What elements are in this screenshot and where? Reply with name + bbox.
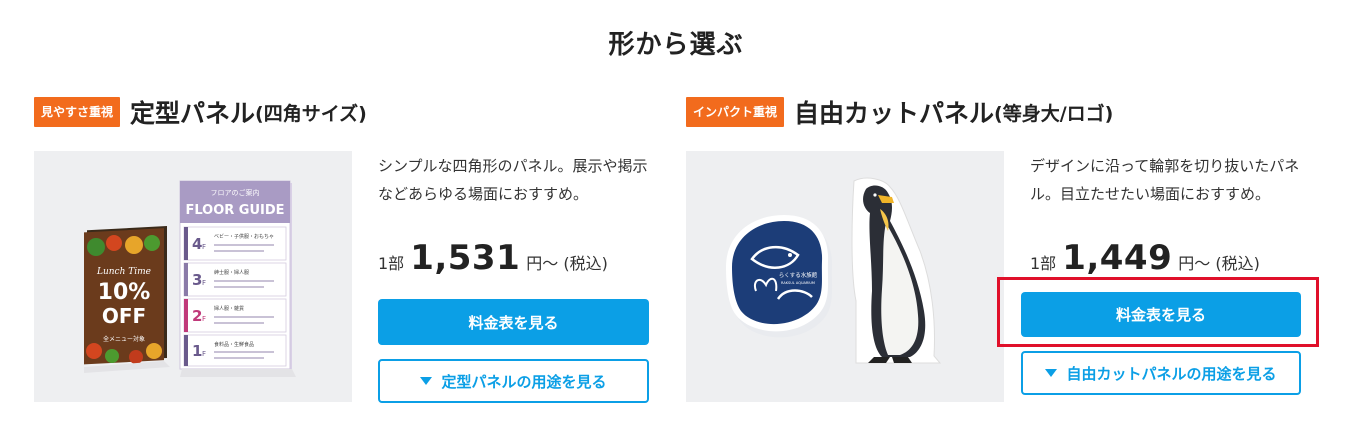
card-title: 自由カットパネル bbox=[794, 99, 995, 128]
usage-button-label: 定型パネルの用途を見る bbox=[441, 372, 607, 391]
standard-panel-illustration: フロアのご案内 FLOOR GUIDE 4 F ベビー・子供服・おもちゃ 3 F… bbox=[84, 180, 296, 377]
price-row: 1部 1,449 円～ (税込) bbox=[1030, 238, 1260, 278]
triangle-down-icon bbox=[420, 377, 433, 385]
price-suffix: 円～ (税込) bbox=[526, 254, 608, 273]
floor-row-2f: 2 F 婦人服・雑貨 bbox=[183, 298, 287, 333]
product-card-freecut-panel: インパクト重視 自由カットパネル (等身大/ロゴ) らくする水族館 RAKSUL… bbox=[686, 92, 1303, 412]
feature-badge: インパクト重視 bbox=[686, 97, 785, 127]
card-title-sub: (四角サイズ) bbox=[255, 102, 367, 125]
lunch-off: OFF bbox=[102, 304, 146, 328]
card-header: 見やすさ重視 定型パネル (四角サイズ) bbox=[34, 92, 367, 132]
floor-unit: F bbox=[202, 243, 206, 251]
floor-name: ベビー・子供服・おもちゃ bbox=[214, 233, 274, 240]
floor-guide-shadow bbox=[180, 369, 296, 377]
usage-button[interactable]: 自由カットパネルの用途を見る bbox=[1021, 351, 1301, 395]
floor-row-1f: 1 F 食料品・生鮮食品 bbox=[183, 334, 287, 367]
lunch-note: 全メニュー対象 bbox=[103, 335, 145, 343]
aquarium-logo-panel: らくする水族館 RAKSUL AQUARIUM bbox=[726, 215, 833, 338]
usage-button-label: 自由カットパネルの用途を見る bbox=[1066, 364, 1277, 383]
card-title-sub: (等身大/ロゴ) bbox=[994, 102, 1114, 125]
price-value: 1,531 bbox=[410, 238, 521, 278]
price-suffix: 円～ (税込) bbox=[1178, 254, 1260, 273]
card-header: インパクト重視 自由カットパネル (等身大/ロゴ) bbox=[686, 92, 1113, 132]
aquarium-name: らくする水族館 bbox=[779, 271, 818, 279]
product-image: フロアのご案内 FLOOR GUIDE 4 F ベビー・子供服・おもちゃ 3 F… bbox=[34, 151, 352, 402]
floor-row-3f: 3 F 紳士服・婦人服 bbox=[183, 262, 287, 297]
price-table-button[interactable]: 料金表を見る bbox=[378, 299, 649, 345]
penguin-cutout-panel bbox=[851, 177, 942, 364]
lunch-panel: Lunch Time 10% OFF 全メニュー対象 bbox=[84, 226, 167, 365]
triangle-down-icon bbox=[1045, 369, 1058, 377]
price-unit: 1部 bbox=[1030, 254, 1057, 273]
floor-unit: F bbox=[202, 279, 206, 287]
card-description: デザインに沿って輪郭を切り抜いたパネル。目立たせたい場面におすすめ。 bbox=[1030, 157, 1300, 203]
floor-name: 婦人服・雑貨 bbox=[214, 305, 244, 312]
aquarium-sub: RAKSUL AQUARIUM bbox=[781, 281, 815, 285]
product-card-standard-panel: 見やすさ重視 定型パネル (四角サイズ) フロアのご案内 FLOOR GUIDE… bbox=[34, 92, 651, 412]
usage-button[interactable]: 定型パネルの用途を見る bbox=[378, 359, 649, 403]
lunch-title: Lunch Time bbox=[96, 267, 151, 277]
floor-name: 食料品・生鮮食品 bbox=[214, 341, 254, 348]
floor-number: 3 bbox=[192, 271, 202, 289]
freecut-panel-illustration: らくする水族館 RAKSUL AQUARIUM bbox=[726, 177, 942, 364]
feature-badge: 見やすさ重視 bbox=[34, 97, 121, 127]
floor-name: 紳士服・婦人服 bbox=[214, 269, 249, 276]
floor-unit: F bbox=[202, 315, 206, 323]
floor-number: 1 bbox=[192, 342, 202, 360]
card-title: 定型パネル bbox=[130, 99, 256, 128]
price-value: 1,449 bbox=[1062, 238, 1173, 278]
floor-number: 2 bbox=[192, 307, 202, 325]
section-title: 形から選ぶ bbox=[608, 30, 744, 60]
floor-number: 4 bbox=[192, 235, 202, 253]
card-description: シンプルな四角形のパネル。展示や掲示などあらゆる場面におすすめ。 bbox=[378, 157, 648, 203]
price-row: 1部 1,531 円～ (税込) bbox=[378, 238, 608, 278]
floor-guide-title: FLOOR GUIDE bbox=[185, 203, 284, 218]
floor-row-4f: 4 F ベビー・子供服・おもちゃ bbox=[183, 226, 287, 261]
floor-unit: F bbox=[202, 350, 206, 358]
lunch-discount: 10% bbox=[98, 280, 151, 305]
product-image: らくする水族館 RAKSUL AQUARIUM bbox=[686, 151, 1004, 402]
floor-guide-header: フロアのご案内 bbox=[211, 188, 260, 197]
price-table-button[interactable]: 料金表を見る bbox=[1021, 292, 1301, 337]
price-unit: 1部 bbox=[378, 254, 405, 273]
